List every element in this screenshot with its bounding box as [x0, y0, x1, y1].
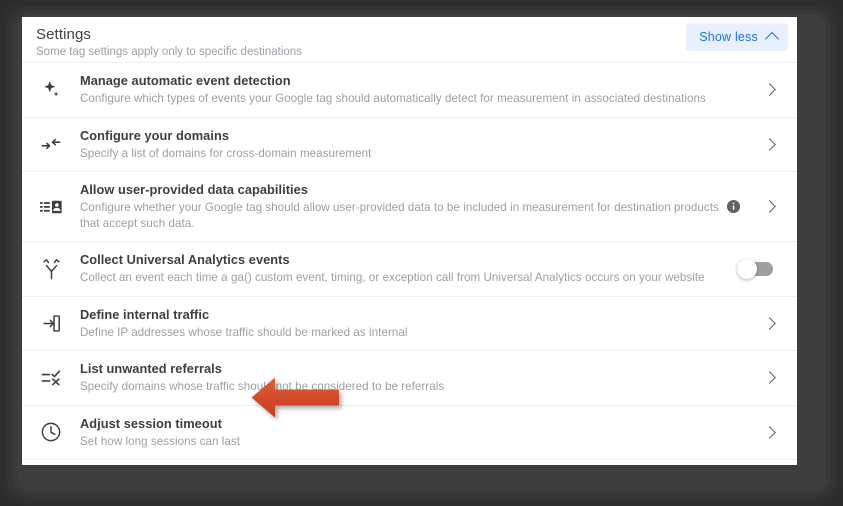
row-title: Manage automatic event detection [80, 73, 291, 88]
row-title: Define internal traffic [80, 306, 210, 322]
row-title: Adjust session timeout [80, 415, 222, 431]
chevron-right-icon[interactable] [755, 200, 783, 213]
row-controls [749, 316, 783, 330]
row-controls [749, 83, 783, 97]
settings-row-manage-automatic-event-detection[interactable]: Manage automatic event detection Configu… [22, 62, 797, 117]
filter-list-check-x-icon [22, 368, 80, 388]
row-description: Set how long sessions can last [80, 434, 241, 448]
row-controls [720, 199, 783, 214]
row-controls [749, 425, 783, 439]
settings-row-override-cookie-settings[interactable]: Override cookie settings Change how long… [22, 459, 797, 465]
settings-row-configure-your-domains[interactable]: Configure your domains Specify a list of… [22, 116, 797, 172]
settings-row-collect-universal-analytics-events[interactable]: Collect Universal Analytics events Colle… [22, 241, 797, 296]
row-text: List unwanted referrals Specify domains … [80, 351, 749, 405]
chevron-right-icon[interactable] [755, 425, 783, 439]
row-title: List unwanted referrals [80, 361, 222, 376]
show-less-button[interactable]: Show less [686, 23, 788, 51]
info-icon[interactable] [726, 199, 741, 214]
row-controls [733, 258, 783, 279]
card-header: Settings Some tag settings apply only to… [22, 17, 797, 62]
chevron-right-icon[interactable] [755, 83, 783, 97]
row-description: Specify a list of domains for cross-doma… [80, 146, 372, 160]
chevron-right-icon[interactable] [755, 371, 783, 385]
row-description: Configure which types of events your Goo… [80, 92, 706, 105]
page-title: Settings [36, 26, 91, 43]
toggle-knob [737, 258, 757, 279]
row-title: Configure your domains [80, 127, 229, 143]
row-description: Collect an event each time a ga() custom… [80, 271, 705, 284]
row-text: Manage automatic event detection Configu… [80, 63, 749, 117]
row-title: Allow user-provided data capabilities [80, 182, 308, 197]
row-controls [749, 371, 783, 385]
show-less-label: Show less [699, 30, 758, 44]
chevron-right-icon[interactable] [755, 137, 783, 151]
row-description: Define IP addresses whose traffic should… [80, 325, 408, 339]
sparkle-icon [22, 79, 80, 100]
row-text: Allow user-provided data capabilities Co… [80, 172, 720, 241]
settings-row-list-unwanted-referrals[interactable]: List unwanted referrals Specify domains … [22, 350, 797, 405]
settings-row-adjust-session-timeout[interactable]: Adjust session timeout Set how long sess… [22, 404, 797, 460]
row-text: Adjust session timeout Set how long sess… [80, 406, 749, 460]
branch-merge-icon [22, 257, 80, 280]
row-description: Specify domains whose traffic should not… [80, 380, 445, 393]
chevron-up-icon [764, 31, 780, 47]
cross-domain-arrows-icon [22, 133, 80, 155]
chevron-right-icon[interactable] [755, 316, 783, 330]
login-arrow-box-icon [22, 313, 80, 334]
row-text: Configure your domains Specify a list of… [80, 118, 749, 172]
row-controls [749, 137, 783, 151]
clock-icon [22, 421, 80, 443]
row-title: Collect Universal Analytics events [80, 252, 290, 267]
settings-card: Settings Some tag settings apply only to… [22, 17, 797, 465]
device-frame: Settings Some tag settings apply only to… [0, 0, 843, 506]
collect-ua-events-toggle[interactable] [737, 258, 773, 279]
settings-row-define-internal-traffic[interactable]: Define internal traffic Define IP addres… [22, 295, 797, 351]
row-description: Configure whether your Google tag should… [80, 201, 719, 230]
row-text: Define internal traffic Define IP addres… [80, 297, 749, 351]
settings-row-allow-user-provided-data-capabilities[interactable]: Allow user-provided data capabilities Co… [22, 171, 797, 241]
row-text: Override cookie settings Change how long… [80, 460, 749, 465]
row-text: Collect Universal Analytics events Colle… [80, 242, 733, 296]
user-data-form-icon [22, 198, 80, 216]
page-subtitle: Some tag settings apply only to specific… [36, 46, 302, 58]
settings-list: Manage automatic event detection Configu… [22, 62, 797, 465]
